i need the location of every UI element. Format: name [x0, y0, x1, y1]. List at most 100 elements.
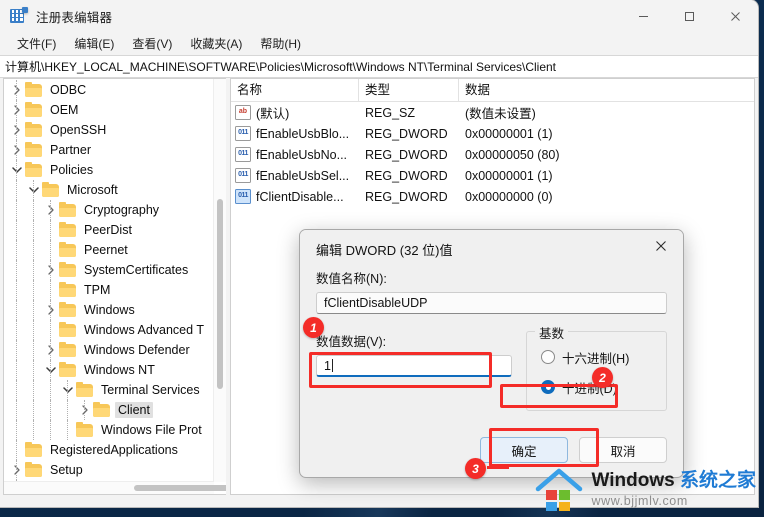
value-data-cell: 0x00000001 (1)	[465, 126, 553, 141]
address-bar[interactable]: 计算机\HKEY_LOCAL_MACHINE\SOFTWARE\Policies…	[0, 55, 758, 78]
tree-item-registeredapplications[interactable]: RegisteredApplications	[4, 440, 214, 460]
tree-item-windows-nt[interactable]: Windows NT	[4, 360, 214, 380]
chevron-right-icon[interactable]	[9, 145, 25, 155]
tree-item-windows-file-prot[interactable]: Windows File Prot	[4, 420, 214, 440]
tree-item-label: SystemCertificates	[84, 263, 189, 277]
tree-item-openssh[interactable]: OpenSSH	[4, 120, 214, 140]
tree-guide-line	[16, 220, 17, 240]
dialog-row-data-base: 数值数据(V): 1 基数 十六进制(H) 十进制(D)	[316, 323, 667, 411]
chevron-down-icon[interactable]	[26, 186, 42, 194]
table-row[interactable]: 011 fEnableUsbSel... REG_DWORD 0x00000001 (…	[231, 165, 754, 186]
tree-guide-line	[33, 220, 34, 240]
maximize-button[interactable]	[666, 0, 712, 32]
tree-item-odbc[interactable]: ODBC	[4, 80, 214, 100]
folder-icon	[59, 261, 76, 277]
close-button[interactable]	[712, 0, 758, 32]
value-type-cell: REG_DWORD	[365, 147, 448, 162]
radio-hexadecimal[interactable]: 十六进制(H)	[527, 346, 666, 368]
menu-file[interactable]: 文件(F)	[8, 33, 65, 54]
table-row[interactable]: 011 fClientDisable... REG_DWORD 0x00000000 …	[231, 186, 754, 207]
registry-icon	[10, 6, 28, 25]
tree-item-label: OEM	[50, 103, 79, 117]
tree-item-setup[interactable]: Setup	[4, 460, 214, 480]
dialog-close-button[interactable]	[639, 230, 683, 261]
tree-item-microsoft[interactable]: Microsoft	[4, 180, 214, 200]
tree-item-peernet[interactable]: Peernet	[4, 240, 214, 260]
chevron-right-icon[interactable]	[77, 405, 93, 415]
menu-favorites[interactable]: 收藏夹(A)	[181, 33, 251, 54]
column-header-data[interactable]: 数据	[459, 79, 754, 101]
tree-item-oem[interactable]: OEM	[4, 100, 214, 120]
step-badge-3: 3	[465, 458, 486, 479]
tree-item-windows-defender[interactable]: Windows Defender	[4, 340, 214, 360]
registry-tree-pane: ODBC OEM OpenSSH Partner Policies Microsoft Cr…	[3, 78, 226, 495]
tree-item-systemcertificates[interactable]: SystemCertificates	[4, 260, 214, 280]
window-controls	[620, 0, 758, 32]
tree-item-windows[interactable]: Windows	[4, 300, 214, 320]
value-name-text: fEnableUsbBlo...	[256, 126, 350, 141]
chevron-down-icon[interactable]	[60, 386, 76, 394]
folder-icon	[59, 201, 76, 217]
tree-vertical-scrollbar[interactable]	[213, 79, 226, 482]
chevron-right-icon[interactable]	[43, 345, 59, 355]
tree-item-policies[interactable]: Policies	[4, 160, 214, 180]
tree-guide-line	[67, 400, 68, 420]
chevron-right-icon[interactable]	[43, 265, 59, 275]
column-header-type[interactable]: 类型	[359, 79, 459, 101]
chevron-right-icon[interactable]	[9, 465, 25, 475]
tree-guide-line	[16, 120, 17, 140]
folder-icon	[59, 241, 76, 257]
dword-value-icon: 011	[235, 147, 251, 162]
string-value-icon: ab	[235, 105, 251, 120]
folder-icon	[59, 361, 76, 377]
tree-guide-line	[50, 260, 51, 280]
column-header-name[interactable]: 名称	[231, 79, 359, 101]
tree-item-tpm[interactable]: TPM	[4, 280, 214, 300]
tree-guide-line	[67, 380, 68, 400]
value-name-cell: 011 fEnableUsbNo...	[231, 147, 359, 162]
menu-help[interactable]: 帮助(H)	[251, 33, 310, 54]
tree-guide-line	[33, 280, 34, 300]
table-row[interactable]: 011 fEnableUsbNo... REG_DWORD 0x00000050 (8…	[231, 144, 754, 165]
tree-guide-line	[16, 460, 17, 480]
tree-guide-line	[33, 180, 34, 200]
table-row[interactable]: 011 fEnableUsbBlo... REG_DWORD 0x00000001 (…	[231, 123, 754, 144]
chevron-right-icon[interactable]	[9, 125, 25, 135]
table-row[interactable]: ab (默认) REG_SZ (数值未设置)	[231, 102, 754, 123]
cancel-button[interactable]: 取消	[579, 437, 667, 463]
tree-guide-line	[50, 360, 51, 380]
value-data-input[interactable]: 1	[316, 355, 512, 377]
menu-view[interactable]: 查看(V)	[123, 33, 181, 54]
folder-icon	[25, 161, 42, 177]
tree-item-terminal-services[interactable]: Terminal Services	[4, 380, 214, 400]
menu-bar: 文件(F) 编辑(E) 查看(V) 收藏夹(A) 帮助(H)	[0, 32, 758, 55]
tree-guide-line	[33, 260, 34, 280]
tree-item-cryptography[interactable]: Cryptography	[4, 200, 214, 220]
desktop-background: 注册表编辑器 文件(F) 编辑(E) 查看(V) 收藏夹(A) 帮助(H) 计算…	[0, 0, 764, 517]
registry-tree[interactable]: ODBC OEM OpenSSH Partner Policies Microsoft Cr…	[4, 79, 214, 482]
chevron-down-icon[interactable]	[43, 366, 59, 374]
tree-item-partner[interactable]: Partner	[4, 140, 214, 160]
tree-horizontal-scrollbar[interactable]	[4, 481, 226, 494]
ok-button[interactable]: 确定	[480, 437, 568, 463]
folder-icon	[76, 381, 93, 397]
chevron-right-icon[interactable]	[9, 105, 25, 115]
dialog-title-bar: 编辑 DWORD (32 位)值	[300, 230, 683, 268]
chevron-right-icon[interactable]	[43, 205, 59, 215]
chevron-down-icon[interactable]	[9, 166, 25, 174]
minimize-button[interactable]	[620, 0, 666, 32]
tree-item-windows-advanced-t[interactable]: Windows Advanced T	[4, 320, 214, 340]
menu-edit[interactable]: 编辑(E)	[65, 33, 123, 54]
folder-icon	[59, 341, 76, 357]
values-list[interactable]: ab (默认) REG_SZ (数值未设置) 011 fEnableUsbBlo... RE…	[231, 102, 754, 207]
value-data-cell: 0x00000050 (80)	[465, 147, 560, 162]
tree-item-peerdist[interactable]: PeerDist	[4, 220, 214, 240]
text-caret	[331, 359, 333, 372]
value-name-input[interactable]: fClientDisableUDP	[316, 292, 667, 314]
dialog-buttons: 确定 取消	[480, 437, 667, 463]
tree-item-client[interactable]: Client	[4, 400, 214, 420]
chevron-right-icon[interactable]	[43, 305, 59, 315]
tree-guide-line	[33, 400, 34, 420]
chevron-right-icon[interactable]	[9, 85, 25, 95]
radio-hexadecimal-label: 十六进制(H)	[562, 351, 630, 366]
